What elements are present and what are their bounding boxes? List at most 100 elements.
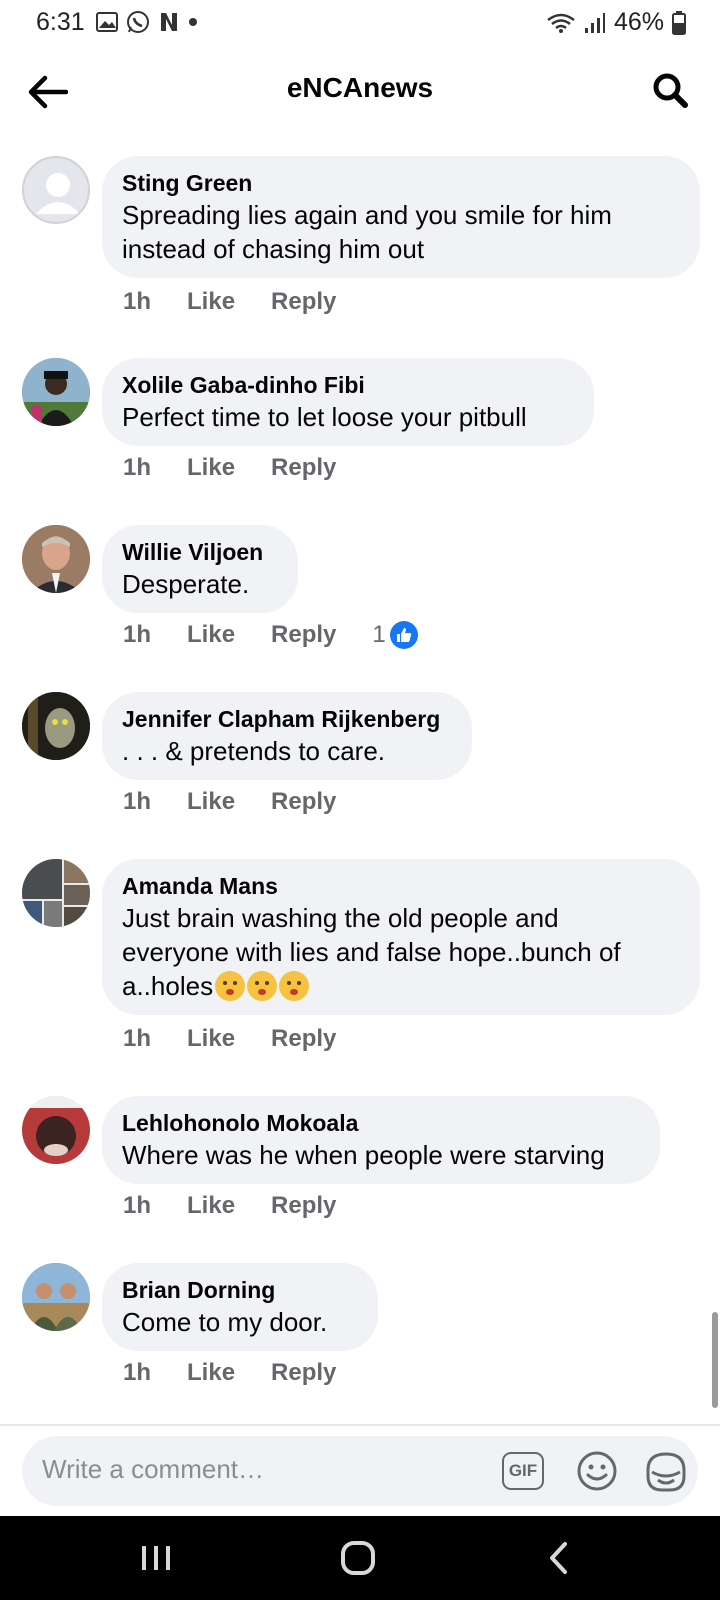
like-button[interactable]: Like (187, 288, 235, 316)
gallery-icon (96, 12, 118, 32)
avatar[interactable] (22, 525, 90, 593)
comment-bubble: Brian Dorning Come to my door. (102, 1263, 378, 1351)
recent-apps-icon (142, 1546, 170, 1570)
thumbs-up-icon (389, 621, 418, 649)
gif-label: GIF (508, 1461, 538, 1480)
comment-time[interactable]: 1h (123, 1192, 151, 1220)
comment-text-line: instead of chasing him out (122, 234, 425, 264)
woozy-face-emoji-icon (215, 971, 246, 1001)
comment-text-line-with-emoji: a..holes (122, 969, 680, 1003)
comment-text: . . . & pretends to care. (122, 734, 452, 768)
comment-text-line: Come to my door. (122, 1307, 328, 1337)
comment-text: Spreading lies again and you smile for h… (122, 198, 680, 266)
search-button[interactable] (646, 66, 694, 114)
gif-button[interactable]: GIF (502, 1452, 544, 1490)
avatar-photo-icon (22, 859, 90, 927)
avatar[interactable] (22, 156, 90, 224)
netflix-n-icon (161, 13, 177, 31)
like-button[interactable]: Like (187, 1359, 235, 1387)
home-button[interactable] (298, 1516, 418, 1600)
reply-button[interactable]: Reply (271, 1192, 336, 1220)
comment-author[interactable]: Sting Green (122, 168, 680, 198)
comment-text: Where was he when people were starving (122, 1138, 640, 1172)
divider (0, 1424, 720, 1426)
avatar[interactable] (22, 358, 90, 426)
reply-button[interactable]: Reply (271, 621, 336, 649)
wifi-icon (547, 13, 575, 33)
status-bar: 6:31 46% (0, 0, 720, 46)
comment-actions: 1h Like Reply (123, 788, 336, 816)
comment-text-line: . . . & pretends to care. (122, 736, 386, 766)
status-right: 46% (546, 8, 686, 37)
woozy-face-emoji-icon (279, 971, 310, 1001)
recent-apps-button[interactable] (96, 1516, 216, 1600)
avatar[interactable] (22, 692, 90, 760)
comment-text: Come to my door. (122, 1305, 358, 1339)
comment-bubble: Lehlohonolo Mokoala Where was he when pe… (102, 1096, 660, 1184)
comment-actions: 1h Like Reply (123, 288, 336, 316)
search-icon (653, 73, 688, 108)
comment-actions: 1h Like Reply (123, 1192, 336, 1220)
comment-author[interactable]: Brian Dorning (122, 1275, 358, 1305)
comment-text-line: Desperate. (122, 569, 250, 599)
comment-input[interactable] (42, 1454, 462, 1485)
avatar[interactable] (22, 859, 90, 927)
comment-bubble: Jennifer Clapham Rijkenberg . . . & pret… (102, 692, 472, 780)
signal-icon (584, 12, 605, 33)
comment-text-line: Perfect time to let loose your pitbull (122, 402, 527, 432)
avatar-photo-icon (22, 525, 90, 593)
notification-icons (96, 10, 198, 34)
comment-actions: 1h Like Reply 1 (123, 621, 418, 649)
comment-author[interactable]: Lehlohonolo Mokoala (122, 1108, 640, 1138)
comment-time[interactable]: 1h (123, 1025, 151, 1053)
sticker-icon[interactable] (644, 1450, 688, 1494)
comment-time[interactable]: 1h (123, 454, 151, 482)
comment-author[interactable]: Amanda Mans (122, 871, 680, 901)
reply-button[interactable]: Reply (271, 1025, 336, 1053)
like-button[interactable]: Like (187, 1025, 235, 1053)
comment-actions: 1h Like Reply (123, 454, 336, 482)
avatar-photo-icon (22, 692, 90, 760)
comment-bubble: Willie Viljoen Desperate. (102, 525, 298, 613)
comment-bubble: Amanda Mans Just brain washing the old p… (102, 859, 700, 1015)
comment-bubble: Xolile Gaba-dinho Fibi Perfect time to l… (102, 358, 594, 446)
like-button[interactable]: Like (187, 788, 235, 816)
avatar-photo-icon (22, 358, 90, 426)
comment-time[interactable]: 1h (123, 1359, 151, 1387)
comment-text-line: Spreading lies again and you smile for h… (122, 200, 612, 230)
emoji-icon[interactable] (576, 1450, 618, 1492)
reaction-count[interactable]: 1 (372, 621, 418, 649)
reply-button[interactable]: Reply (271, 288, 336, 316)
comment-time[interactable]: 1h (123, 621, 151, 649)
comment-bubble: Sting Green Spreading lies again and you… (102, 156, 700, 278)
dot-icon (189, 18, 197, 26)
reply-button[interactable]: Reply (271, 454, 336, 482)
system-nav-bar (0, 1516, 720, 1600)
comment-text-fragment: a..holes (122, 971, 214, 1001)
reaction-count-number: 1 (372, 621, 386, 648)
like-button[interactable]: Like (187, 454, 235, 482)
avatar-photo-icon (22, 1096, 90, 1164)
page-header: eNCAnews (0, 46, 720, 136)
avatar[interactable] (22, 1096, 90, 1164)
comment-actions: 1h Like Reply (123, 1359, 336, 1387)
reply-button[interactable]: Reply (271, 788, 336, 816)
reply-button[interactable]: Reply (271, 1359, 336, 1387)
comment-time[interactable]: 1h (123, 288, 151, 316)
avatar[interactable] (22, 1263, 90, 1331)
home-icon (341, 1541, 375, 1575)
comment-author[interactable]: Willie Viljoen (122, 537, 278, 567)
comment-text: Desperate. (122, 567, 278, 601)
scrollbar[interactable] (712, 1312, 718, 1408)
comment-author[interactable]: Jennifer Clapham Rijkenberg (122, 704, 452, 734)
comment-author[interactable]: Xolile Gaba-dinho Fibi (122, 370, 574, 400)
comment-text-line: Where was he when people were starving (122, 1140, 605, 1170)
comment-text: Just brain washing the old people and ev… (122, 901, 680, 1003)
comment-text-line: Just brain washing the old people and (122, 903, 559, 933)
back-nav-button[interactable] (498, 1516, 618, 1600)
page-title: eNCAnews (286, 72, 434, 103)
comment-time[interactable]: 1h (123, 788, 151, 816)
like-button[interactable]: Like (187, 1192, 235, 1220)
avatar-photo-icon (22, 1263, 90, 1331)
like-button[interactable]: Like (187, 621, 235, 649)
